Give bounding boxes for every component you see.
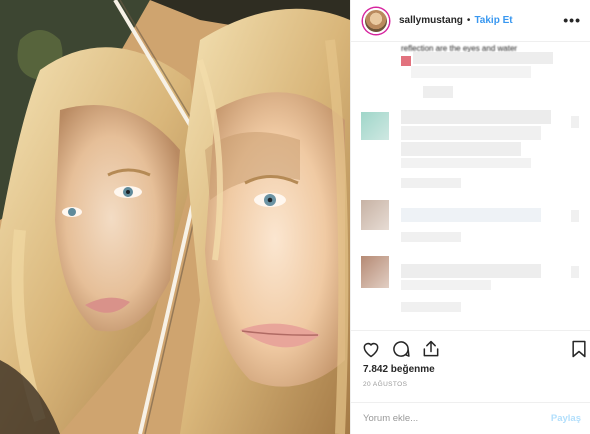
avatar[interactable] xyxy=(363,7,389,34)
post-header: sallymustang • Takip Et ••• xyxy=(351,0,590,42)
post-date[interactable]: 20 AĞUSTOS xyxy=(363,381,407,388)
bookmark-icon[interactable] xyxy=(569,339,589,359)
selfie-mirror-image xyxy=(0,0,350,434)
username-link[interactable]: sallymustang xyxy=(399,15,463,26)
redacted-comment xyxy=(401,264,541,278)
heart-icon-small[interactable] xyxy=(571,210,579,222)
redacted-comment xyxy=(401,142,521,156)
post-photo[interactable] xyxy=(0,0,350,434)
redacted-emoji xyxy=(401,56,411,66)
comment-bubble-icon[interactable] xyxy=(391,339,411,359)
redacted-comment xyxy=(401,158,531,168)
redacted-comment xyxy=(401,280,491,290)
post-comment-button[interactable]: Paylaş xyxy=(551,413,581,424)
heart-icon[interactable] xyxy=(361,339,381,359)
likes-count[interactable]: 7.842 beğenme xyxy=(363,364,435,375)
more-options-icon[interactable]: ••• xyxy=(563,12,581,28)
redacted-meta xyxy=(401,302,461,312)
redacted-meta xyxy=(401,178,461,188)
redacted-comment xyxy=(401,126,541,140)
redacted-comment xyxy=(401,110,551,124)
comment-input[interactable] xyxy=(363,413,551,424)
redacted-comment xyxy=(401,208,541,222)
redacted-meta xyxy=(401,232,461,242)
heart-icon-small[interactable] xyxy=(571,116,579,128)
commenter-avatar[interactable] xyxy=(361,256,389,288)
redacted-text xyxy=(413,52,553,64)
comments-list[interactable]: reflection are the eyes and water xyxy=(351,42,590,329)
heart-icon-small[interactable] xyxy=(571,266,579,278)
commenter-avatar[interactable] xyxy=(361,112,389,140)
post-sidebar: sallymustang • Takip Et ••• reflection a… xyxy=(350,0,590,434)
redacted-text xyxy=(411,66,531,78)
comment-form: Paylaş xyxy=(351,402,590,434)
share-icon[interactable] xyxy=(421,339,441,359)
commenter-avatar[interactable] xyxy=(361,200,389,230)
redacted-meta xyxy=(423,86,453,98)
action-bar xyxy=(351,330,590,364)
separator-dot: • xyxy=(466,15,471,26)
follow-button[interactable]: Takip Et xyxy=(474,15,512,26)
